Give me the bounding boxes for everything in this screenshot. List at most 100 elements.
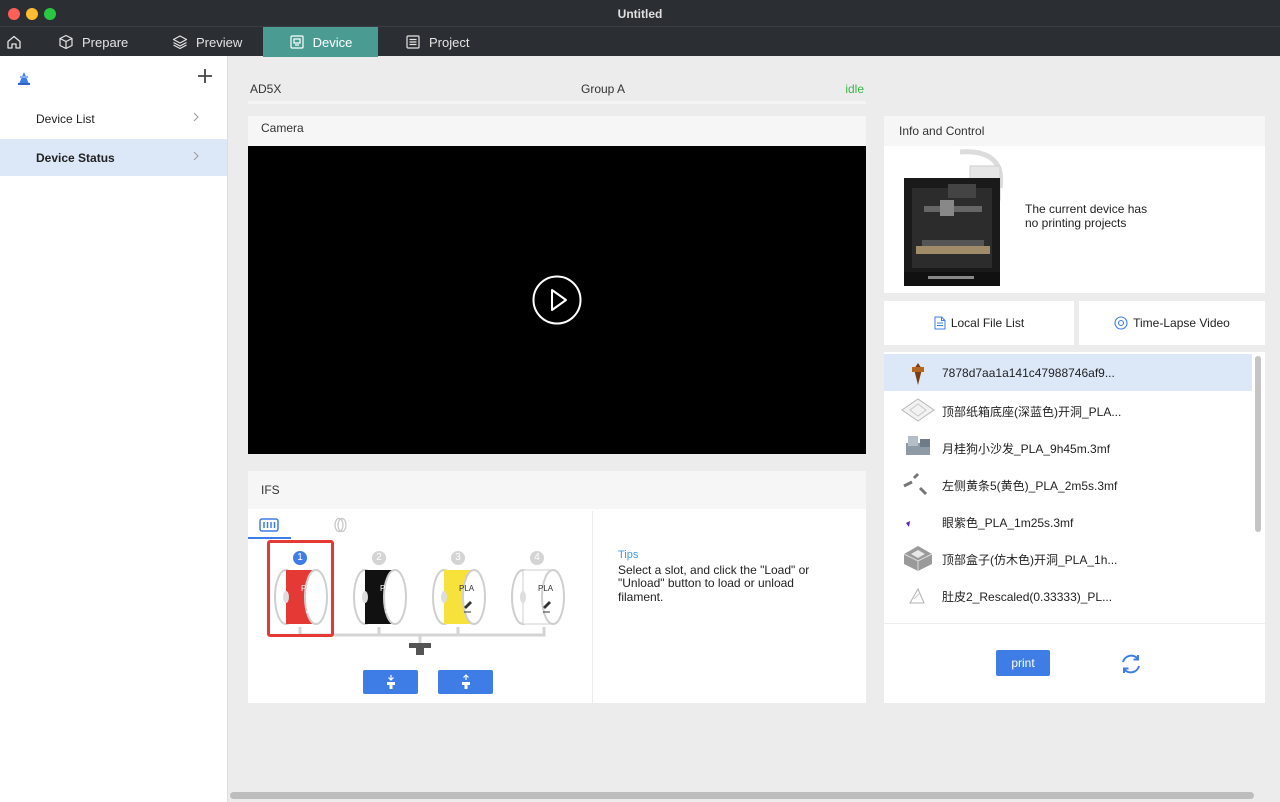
unload-filament-icon	[461, 674, 470, 689]
sidebar-item-label: Device Status	[36, 150, 115, 165]
printer-image	[904, 149, 1004, 286]
file-name: 顶部盒子(仿木色)开洞_PLA_1h...	[942, 553, 1118, 567]
slot-material-label: PLA	[380, 584, 396, 593]
tab-home[interactable]	[6, 27, 30, 57]
ifs-active-tab-indicator	[248, 537, 291, 539]
file-list-item[interactable]: 月桂狗小沙发_PLA_9h45m.3mf	[884, 428, 1252, 465]
document-icon	[934, 316, 946, 330]
unload-filament-button[interactable]	[438, 670, 493, 694]
ifs-tab-bar	[248, 511, 592, 541]
title-bar: Untitled	[0, 0, 1280, 26]
info-title: Info and Control	[884, 116, 1265, 146]
tab-prepare[interactable]: Prepare	[58, 27, 128, 57]
main-tab-bar: Prepare Preview Device Project	[0, 26, 1280, 57]
device-group: Group A	[581, 82, 626, 96]
file-thumbnail	[903, 472, 928, 496]
spool-icon	[511, 569, 565, 625]
ifs-tips: Tips Select a slot, and click the "Load"…	[618, 549, 828, 604]
file-name: 7878d7aa1a141c47988746af9...	[942, 366, 1115, 380]
filament-slots-icon[interactable]	[259, 518, 279, 532]
file-name: 眼紫色_PLA_1m25s.3mf	[942, 516, 1074, 530]
layers-icon	[172, 35, 188, 50]
slot-number: 2	[372, 551, 386, 565]
file-name: 左侧黄条5(黄色)_PLA_2m5s.3mf	[942, 479, 1118, 493]
camera-title: Camera	[248, 116, 866, 146]
tab-device[interactable]: Device	[263, 27, 378, 57]
info-message-line2: no printing projects	[1025, 215, 1127, 230]
info-message: The current device has no printing proje…	[1025, 202, 1148, 230]
file-name: 顶部纸箱底座(深蓝色)开洞_PLA...	[942, 405, 1122, 419]
ifs-panel: IFS 1 PLA 2 PLA 3 PLA 4 PLA Tips Select …	[248, 471, 866, 703]
camera-panel: Camera	[248, 116, 866, 454]
sidebar-item-device-list[interactable]: Device List	[0, 100, 227, 137]
print-button[interactable]: print	[996, 650, 1050, 676]
file-list-item[interactable]: 顶部盒子(仿木色)开洞_PLA_1h...	[884, 539, 1252, 576]
window-title: Untitled	[617, 7, 663, 21]
device-header: AD5X Group A idle	[248, 78, 866, 104]
file-list-scrollbar[interactable]	[1255, 356, 1261, 532]
sidebar-item-label: Device List	[36, 111, 95, 126]
file-thumbnail	[903, 546, 933, 571]
load-filament-button[interactable]	[363, 670, 418, 694]
tab-device-label: Device	[312, 34, 353, 50]
file-list-item[interactable]: 左侧黄条5(黄色)_PLA_2m5s.3mf	[884, 465, 1252, 502]
file-thumbnail	[901, 398, 935, 422]
file-name: 月桂狗小沙发_PLA_9h45m.3mf	[942, 442, 1111, 456]
info-control-panel: Info and Control The current device has …	[884, 116, 1265, 293]
filament-slot-3[interactable]: 3 PLA	[428, 551, 490, 631]
tab-prepare-label: Prepare	[82, 34, 129, 50]
device-status-badge: idle	[845, 82, 864, 96]
ifs-divider	[592, 511, 593, 703]
add-device-icon[interactable]	[195, 66, 215, 86]
tab-time-lapse-video-label: Time-Lapse Video	[1133, 316, 1230, 330]
tab-local-file-list-label: Local File List	[950, 316, 1025, 330]
device-name: AD5X	[250, 82, 282, 96]
selected-slot-highlight	[267, 540, 334, 637]
file-list-item[interactable]: 眼紫色_PLA_1m25s.3mf	[884, 502, 1252, 539]
file-list-divider	[884, 623, 1265, 624]
chevron-right-icon	[193, 112, 199, 122]
slot-material-label: PLA	[459, 584, 475, 593]
slot-number: 3	[451, 551, 465, 565]
camera-view	[248, 146, 866, 454]
spool-icon	[432, 569, 486, 625]
tab-project[interactable]: Project	[405, 27, 469, 57]
file-thumbnail	[909, 587, 925, 604]
tab-project-label: Project	[429, 34, 470, 50]
file-thumbnail	[906, 436, 930, 455]
tab-preview-label: Preview	[196, 34, 243, 50]
sidebar-item-device-status[interactable]: Device Status	[0, 139, 227, 176]
file-thumbnail	[912, 363, 924, 385]
cube-icon	[59, 34, 73, 50]
slot-material-label: PLA	[538, 584, 554, 593]
filament-slot-2[interactable]: 2 PLA	[349, 551, 411, 631]
tips-title: Tips	[618, 549, 639, 561]
load-filament-icon	[386, 675, 395, 689]
home-icon	[7, 35, 21, 49]
tab-local-file-list[interactable]: Local File List	[884, 301, 1074, 345]
spool-icon	[353, 569, 407, 625]
tab-time-lapse-video[interactable]: Time-Lapse Video	[1079, 301, 1265, 345]
tips-text: Select a slot, and click the "Load" or "…	[618, 562, 810, 604]
play-icon[interactable]	[532, 275, 582, 325]
camera-lens-icon	[1114, 316, 1128, 330]
sidebar: Device List Device Status	[0, 56, 228, 802]
filament-slot-4[interactable]: 4 PLA	[507, 551, 569, 631]
device-icon	[290, 35, 304, 49]
horizontal-scrollbar[interactable]	[230, 792, 1254, 799]
tab-preview[interactable]: Preview	[172, 27, 242, 57]
file-thumbnail	[906, 521, 910, 527]
chevron-right-icon	[193, 151, 199, 161]
file-name: 肚皮2_Rescaled(0.33333)_PL...	[942, 590, 1113, 604]
slot-number: 4	[530, 551, 544, 565]
ifs-title: IFS	[248, 471, 866, 509]
project-list-icon	[406, 35, 420, 49]
file-list: 7878d7aa1a141c47988746af9... 顶部纸箱底座(深蓝色)…	[884, 352, 1265, 703]
refresh-icon[interactable]	[1118, 651, 1144, 677]
printer-logo-icon	[18, 72, 30, 85]
info-message-line1: The current device has	[1025, 202, 1148, 216]
file-list-item[interactable]: 7878d7aa1a141c47988746af9...	[884, 354, 1252, 391]
external-spool-icon[interactable]	[332, 517, 348, 533]
file-list-item[interactable]: 顶部纸箱底座(深蓝色)开洞_PLA...	[884, 391, 1252, 428]
file-list-item[interactable]: 肚皮2_Rescaled(0.33333)_PL...	[884, 576, 1252, 613]
